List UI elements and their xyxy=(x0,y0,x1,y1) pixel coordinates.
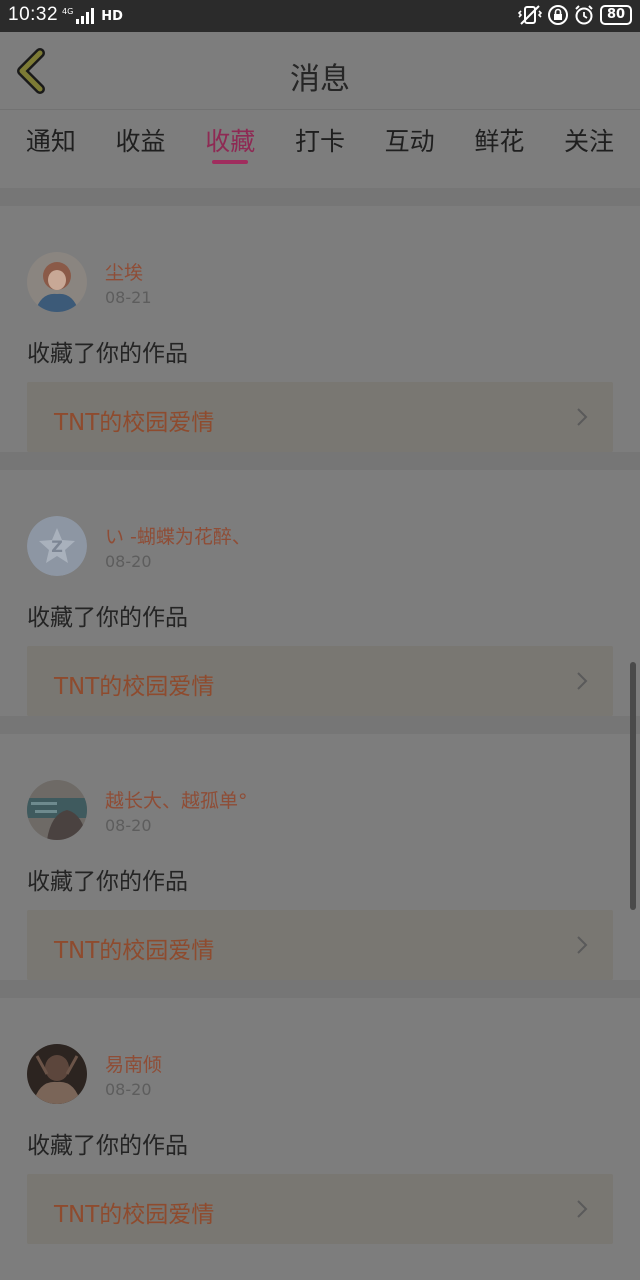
avatar[interactable] xyxy=(27,780,87,840)
user-name[interactable]: い -蝴蝶为花醉、 xyxy=(105,522,251,549)
work-link[interactable]: TNT的校园爱情 xyxy=(27,646,613,716)
avatar[interactable] xyxy=(27,252,87,312)
action-text: 收藏了你的作品 xyxy=(27,1133,188,1159)
work-title: TNT的校园爱情 xyxy=(54,1202,215,1228)
work-title: TNT的校园爱情 xyxy=(54,938,215,964)
message-date: 08-20 xyxy=(105,1080,152,1099)
network-indicator: 4G HD xyxy=(62,5,123,27)
page-title: 消息 xyxy=(290,62,350,97)
tab-notifications[interactable]: 通知 xyxy=(15,110,87,158)
svg-text:Z: Z xyxy=(51,537,63,556)
work-link[interactable]: TNT的校园爱情 xyxy=(27,1174,613,1244)
tab-following[interactable]: 关注 xyxy=(553,110,625,158)
message-date: 08-20 xyxy=(105,816,152,835)
status-time: 10:32 xyxy=(8,4,59,25)
chevron-right-icon xyxy=(577,936,588,954)
tab-favorites[interactable]: 收藏 xyxy=(194,110,266,164)
app-header: 消息 xyxy=(0,32,640,110)
work-link[interactable]: TNT的校园爱情 xyxy=(27,382,613,452)
avatar[interactable]: Z xyxy=(27,516,87,576)
divider xyxy=(0,980,640,998)
tab-label: 收藏 xyxy=(205,127,256,156)
status-bar: 10:32 4G HD 80 xyxy=(0,0,640,32)
message-date: 08-21 xyxy=(105,288,152,307)
list-item: 易南倾 08-20 收藏了你的作品 TNT的校园爱情 xyxy=(0,998,640,1244)
work-title: TNT的校园爱情 xyxy=(54,674,215,700)
tab-checkin[interactable]: 打卡 xyxy=(284,110,356,158)
list-item: Z い -蝴蝶为花醉、 08-20 收藏了你的作品 TNT的校园爱情 xyxy=(0,470,640,716)
work-title: TNT的校园爱情 xyxy=(54,410,215,436)
tab-label: 鲜花 xyxy=(474,127,525,156)
tab-label: 通知 xyxy=(25,127,76,156)
work-link[interactable]: TNT的校园爱情 xyxy=(27,910,613,980)
chevron-right-icon xyxy=(577,408,588,426)
tab-label: 关注 xyxy=(564,127,615,156)
list-item: 越长大、越孤单° 08-20 收藏了你的作品 TNT的校园爱情 xyxy=(0,734,640,980)
tab-earnings[interactable]: 收益 xyxy=(105,110,177,158)
tab-label: 互动 xyxy=(384,127,435,156)
action-text: 收藏了你的作品 xyxy=(27,869,188,895)
lock-icon xyxy=(548,5,568,25)
message-date: 08-20 xyxy=(105,552,152,571)
user-name[interactable]: 尘埃 xyxy=(105,258,143,285)
divider xyxy=(0,452,640,470)
divider xyxy=(0,188,640,206)
user-name[interactable]: 易南倾 xyxy=(105,1050,162,1077)
active-tab-indicator xyxy=(212,160,249,164)
message-list: 尘埃 08-21 收藏了你的作品 TNT的校园爱情 Z い -蝴蝶为花醉、 08… xyxy=(0,188,640,1244)
scrollbar[interactable] xyxy=(630,662,636,910)
user-name[interactable]: 越长大、越孤单° xyxy=(105,786,248,813)
hd-label: HD xyxy=(101,8,123,24)
tab-label: 打卡 xyxy=(294,127,345,156)
signal-icon xyxy=(76,8,95,24)
vibrate-off-icon xyxy=(518,5,542,25)
tab-flowers[interactable]: 鲜花 xyxy=(463,110,535,158)
list-item: 尘埃 08-21 收藏了你的作品 TNT的校园爱情 xyxy=(0,206,640,452)
alarm-icon xyxy=(575,5,593,25)
action-text: 收藏了你的作品 xyxy=(27,605,188,631)
action-text: 收藏了你的作品 xyxy=(27,341,188,367)
network-type: 4G xyxy=(62,7,74,16)
avatar[interactable] xyxy=(27,1044,87,1104)
tab-label: 收益 xyxy=(115,127,166,156)
chevron-right-icon xyxy=(577,672,588,690)
tab-bar: 通知 收益 收藏 打卡 互动 鲜花 关注 xyxy=(0,110,640,188)
tab-interaction[interactable]: 互动 xyxy=(374,110,446,158)
battery-icon: 80 xyxy=(600,5,632,25)
divider xyxy=(0,716,640,734)
chevron-right-icon xyxy=(577,1200,588,1218)
